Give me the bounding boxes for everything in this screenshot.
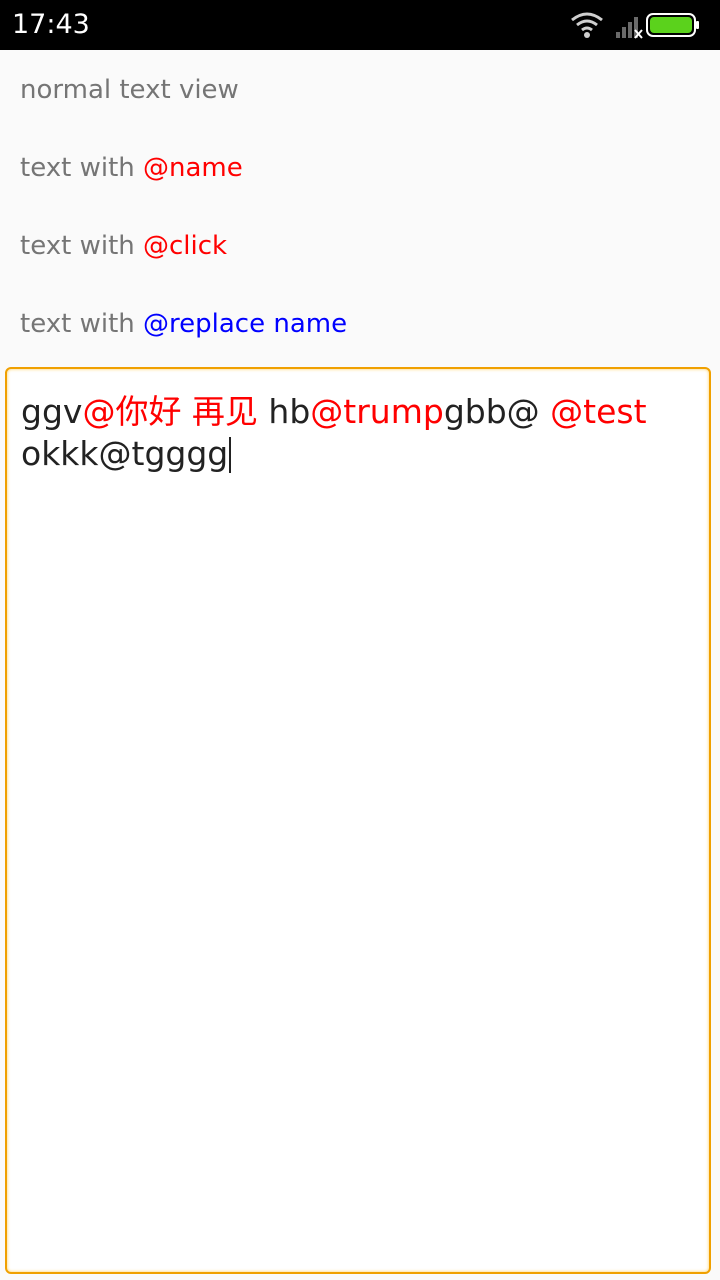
status-bar: 17:43 [0,0,720,50]
mention-edit-text[interactable]: ggv@你好 再见 hb@trumpgbb@ @test okkk@tgggg [5,367,711,1274]
editor-mention: @你好 再见 [82,392,258,431]
row-prefix: text with [20,231,144,261]
battery-icon [646,13,699,37]
text-row: normal text view [20,73,239,107]
text-row: text with @name [20,151,243,185]
editor-line-1: ggv@你好 再见 hb@trumpgbb@ @test [21,391,701,433]
wifi-icon [571,12,603,38]
editor-segment: gbb@ [443,392,551,431]
mention-click[interactable]: @click [143,231,227,261]
text-row: text with @click [20,229,227,263]
mention-name[interactable]: @name [143,153,243,183]
editor-mention: @test [550,392,647,431]
editor-segment: okkk@tgggg [21,434,229,473]
editor-segment: ggv [21,392,83,431]
row-prefix: text with [20,153,144,183]
row-prefix: normal text view [20,75,239,105]
text-cursor [229,437,232,473]
signal-icon [616,17,643,39]
editor-content[interactable]: ggv@你好 再见 hb@trumpgbb@ @test okkk@tgggg [21,391,701,475]
editor-segment: hb [257,392,311,431]
text-row: text with @replace name [20,307,347,341]
editor-line-2: okkk@tgggg [21,433,701,475]
status-time: 17:43 [12,9,90,40]
mention-replace-name[interactable]: @replace name [143,309,347,339]
editor-mention: @trump [310,392,444,431]
row-prefix: text with [20,309,144,339]
